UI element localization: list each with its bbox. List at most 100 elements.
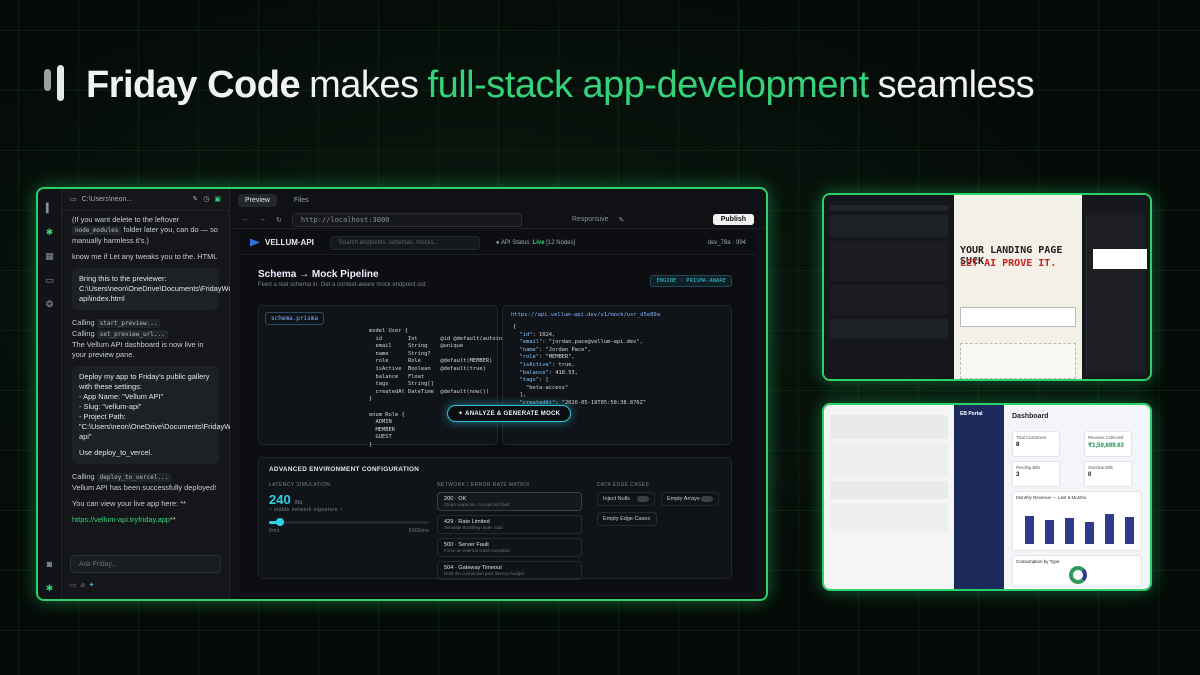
brain-icon[interactable]: ❂: [45, 299, 55, 309]
chat-toolbar: ▭ ⌀ ✦: [70, 581, 95, 591]
dashboard-brand: EB Portal: [960, 411, 983, 417]
env-config-panel: ADVANCED ENVIRONMENT CONFIGURATION LATEN…: [258, 457, 732, 580]
folder-icon[interactable]: ▭: [70, 582, 77, 589]
headline-brand: Friday Code: [86, 63, 301, 106]
reload-icon[interactable]: ↻: [276, 216, 282, 224]
landing-input[interactable]: [960, 307, 1076, 327]
landing-page-window: YOUR LANDING PAGE SUCK LET AI PROVE IT.: [822, 193, 1152, 381]
tool-call: Calling deploy_to_vercel... Vellum API ha…: [72, 472, 217, 492]
chat-header: ▭ C:\Users\neon... ✎ ◷ ▣: [62, 189, 229, 211]
inspector-note: [1093, 249, 1147, 269]
engine-badge: ENGINE · PRISMA-AWARE: [650, 275, 732, 287]
dashboard-preview: EB Portal Dashboard Total Customers 8 Rev…: [954, 405, 1150, 589]
response-panel: https://api.vellum-api.dev/v1/mock/usr_d…: [502, 305, 732, 445]
revenue-chart: Monthly Revenue — Last 6 Months: [1012, 491, 1142, 551]
dashboard-main: Dashboard Total Customers 8 Revenue Colle…: [1004, 405, 1150, 589]
chat-message: You can view your live app here: **: [72, 499, 186, 508]
error-option[interactable]: 500 · Server Fault Force an internal cras…: [437, 538, 582, 557]
donut-chart: [1069, 566, 1087, 584]
dashboard-title: Dashboard: [1012, 413, 1049, 420]
preview-tabs: Preview Files: [230, 189, 766, 211]
headline-highlight: full-stack app-development: [427, 63, 870, 106]
env-title: ADVANCED ENVIRONMENT CONFIGURATION: [269, 466, 420, 473]
latency-range: 0ms 5000ms: [269, 528, 429, 534]
chart-bar: [1025, 516, 1034, 544]
deployed-link[interactable]: https://vellum-api.tryfriday.app: [72, 515, 170, 524]
user-message: Bring this to the previewer: C:\Users\ne…: [72, 268, 284, 310]
sparkle-icon[interactable]: ✦: [89, 582, 95, 589]
chat-message: know me if Let any tweaks you to the. HT…: [72, 252, 218, 261]
consumption-card: Consumption by Type: [1012, 555, 1142, 587]
chat-input[interactable]: Ask Friday...: [70, 555, 221, 573]
edit-icon[interactable]: ✎: [192, 195, 198, 205]
latency-slider[interactable]: [269, 518, 429, 526]
user-message: Deploy my app to Friday's public gallery…: [72, 366, 287, 464]
back-icon[interactable]: ←: [242, 216, 249, 223]
landing-upload[interactable]: [960, 343, 1076, 379]
response-url: https://api.vellum-api.dev/v1/mock/usr_d…: [511, 312, 661, 318]
chart-bar: [1085, 522, 1094, 544]
inspector-panel: [1086, 215, 1147, 375]
chart-title: Monthly Revenue — Last 6 Months: [1016, 495, 1087, 500]
schema-panel: schema.prisma model User { id Int @id @d…: [258, 305, 525, 448]
landing-subheadline: LET AI PROVE IT.: [960, 258, 1057, 269]
edge-label: DATA EDGE CASES: [597, 482, 650, 488]
attach-icon[interactable]: ⌀: [81, 582, 85, 589]
icon-rail: ▍ ✱ ▦ ▭ ❂ ◙ ✱ SU: [38, 189, 62, 599]
analyze-generate-button[interactable]: ✦ ANALYZE & GENERATE MOCK: [447, 405, 572, 422]
grid-icon[interactable]: ▦: [45, 251, 55, 261]
app-logo-icon: ▍: [46, 203, 53, 213]
user-chip[interactable]: dev_78a · 994: [708, 240, 746, 246]
dashboard-sidebar: EB Portal: [954, 405, 1004, 589]
kpi-card: Total Customers 8: [1012, 431, 1060, 457]
schema-file-tab[interactable]: schema.prisma: [265, 312, 324, 325]
latency-label: LATENCY SIMULATION: [269, 482, 331, 488]
responsive-select[interactable]: Responsive: [572, 216, 609, 223]
empty-arrays-toggle[interactable]: Empty Arrays: [661, 492, 719, 506]
edit-icon[interactable]: ✎: [618, 216, 624, 224]
kpi-card: Revenue Collected ₹1,59,699.63: [1084, 431, 1132, 457]
chat-message: https://vellum-api.tryfriday.app**: [72, 515, 176, 524]
latency-hint: ~ stable network signature ~: [269, 507, 344, 513]
search-input[interactable]: Search endpoints, schemas, mocks...: [329, 235, 480, 250]
chart-bar: [1065, 518, 1074, 544]
matrix-label: NETWORK / ERROR RATE MATRIX: [437, 482, 530, 488]
vellum-app: VELLUM·API Search endpoints, schemas, mo…: [240, 231, 756, 593]
tab-preview[interactable]: Preview: [238, 193, 277, 207]
inject-nulls-toggle[interactable]: Inject Nulls: [597, 492, 655, 506]
chart-bar: [1045, 520, 1054, 544]
chat-panel: ▭ C:\Users\neon... ✎ ◷ ▣ (If you want de…: [62, 189, 287, 599]
url-input[interactable]: http://localhost:3000: [291, 212, 522, 227]
app-brand: VELLUM·API: [250, 238, 314, 247]
panel-icon[interactable]: ▣: [214, 195, 221, 205]
latency-value: 240 ms: [269, 492, 303, 507]
history-icon[interactable]: ◷: [203, 195, 209, 205]
headline: Friday Code makes full-stack app-develop…: [44, 60, 1043, 110]
chart-bar: [1105, 514, 1114, 544]
chat-message: (If you want delete to the leftover node…: [72, 215, 218, 245]
mini-chat-panel: [824, 195, 954, 379]
kpi-card: Overdue Bills 0: [1084, 461, 1132, 487]
bug-icon[interactable]: ✱: [45, 227, 55, 237]
tab-files[interactable]: Files: [287, 194, 316, 207]
kpi-card: Pending Bills 3: [1012, 461, 1060, 487]
bug-icon[interactable]: ✱: [45, 583, 55, 593]
workspace-path[interactable]: C:\Users\neon...: [82, 195, 133, 205]
chart-bar: [1125, 517, 1134, 544]
error-option[interactable]: 429 · Rate Limited Simulate throttling un…: [437, 515, 582, 534]
monitor-icon[interactable]: ▭: [45, 275, 55, 285]
url-bar: ← → ↻ http://localhost:3000 Responsive ✎ P…: [230, 211, 766, 229]
forward-icon[interactable]: →: [259, 216, 266, 223]
discord-icon[interactable]: ◙: [45, 559, 55, 569]
edge-cases-toggle[interactable]: Empty Edge Cases: [597, 512, 657, 526]
folder-icon[interactable]: ▭: [70, 195, 77, 205]
landing-page: YOUR LANDING PAGE SUCK LET AI PROVE IT.: [954, 195, 1082, 379]
mini-chat-panel: [824, 405, 954, 589]
headline-word: seamless: [877, 63, 1035, 106]
app-header: VELLUM·API Search endpoints, schemas, mo…: [240, 231, 756, 255]
publish-button[interactable]: Publish: [712, 214, 754, 225]
error-option[interactable]: 200 · OK Clean response, no injected faul…: [437, 492, 582, 511]
error-option[interactable]: 504 · Gateway Timeout Hold the connection…: [437, 561, 582, 580]
dashboard-window: EB Portal Dashboard Total Customers 8 Rev…: [822, 403, 1152, 591]
preview-area: Preview Files ← → ↻ http://localhost:3000 …: [230, 189, 766, 599]
